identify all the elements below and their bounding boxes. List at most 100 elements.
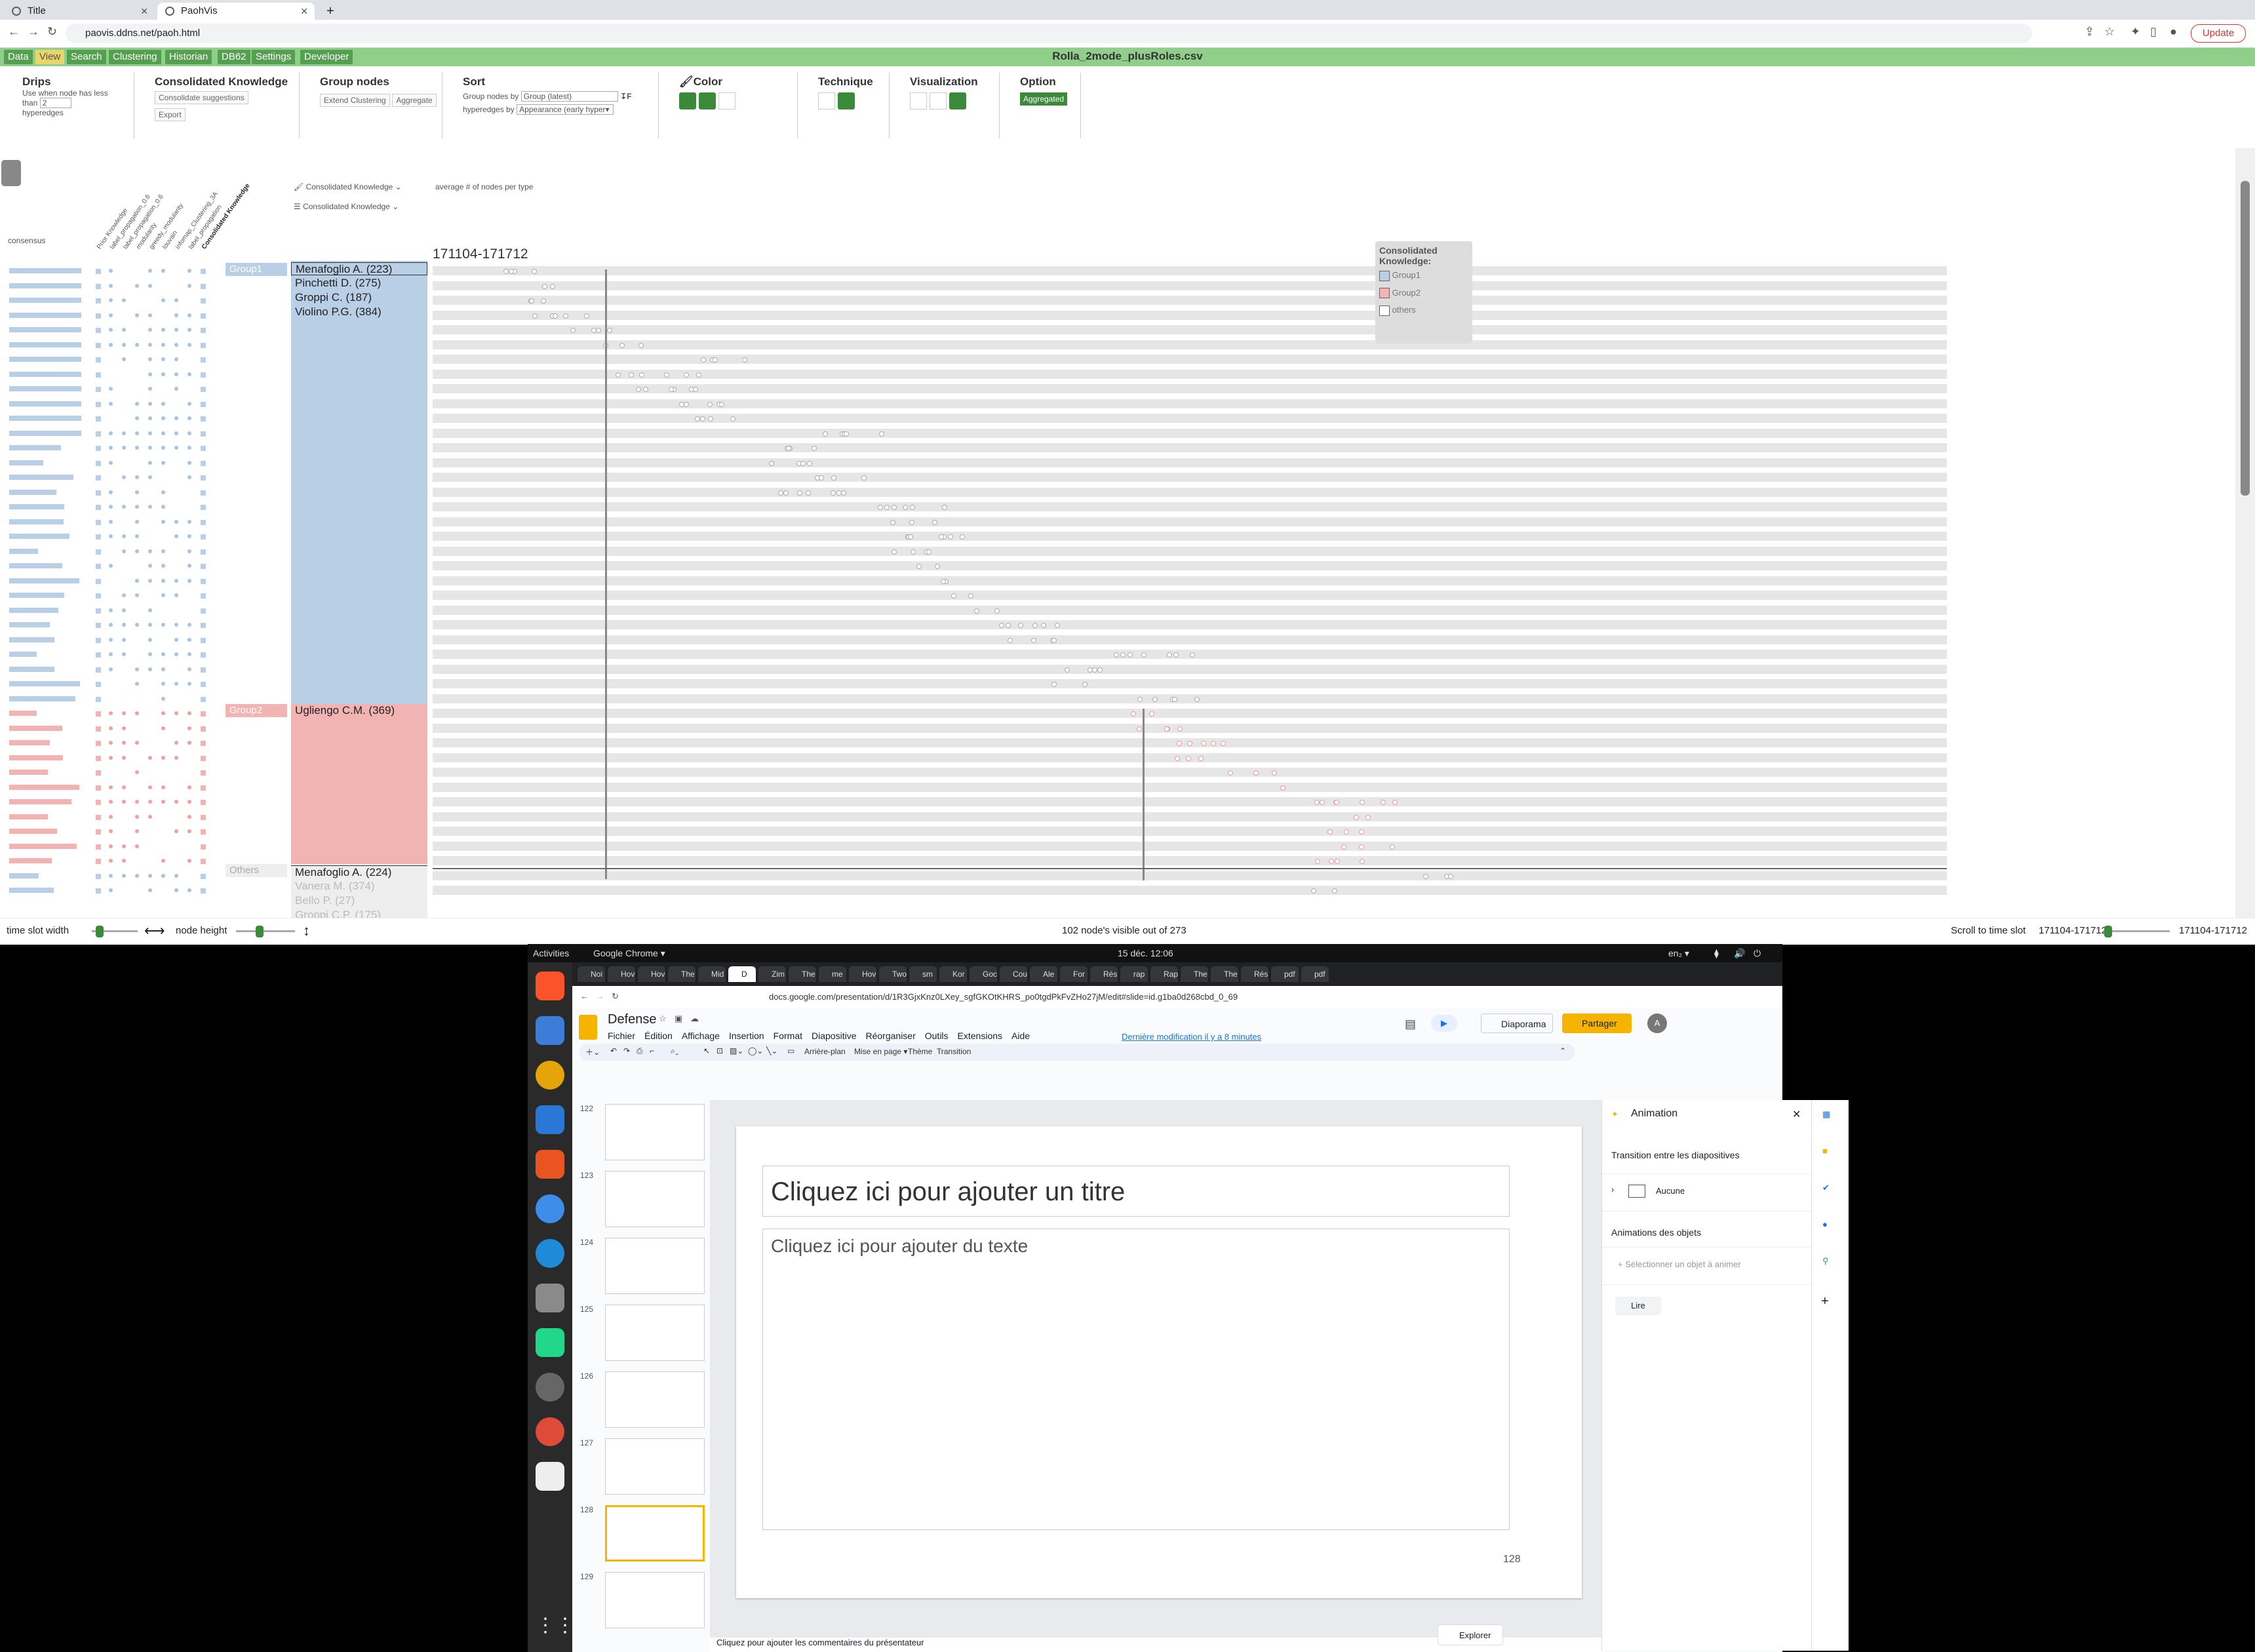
- hyperedge-node-dot[interactable]: [708, 416, 713, 422]
- hyperedge-node-dot[interactable]: [1359, 829, 1364, 835]
- slide-thumbnail[interactable]: [605, 1104, 705, 1160]
- slideshow-button[interactable]: Diaporama: [1481, 1013, 1553, 1033]
- hyperedge-node-dot[interactable]: [1141, 652, 1147, 658]
- browser-tab[interactable]: Rap: [1150, 966, 1178, 982]
- hyperedge-node-dot[interactable]: [909, 520, 914, 525]
- hyperedge-node-dot[interactable]: [1335, 859, 1340, 864]
- reload-icon[interactable]: ↻: [612, 991, 619, 1002]
- menu-5[interactable]: Diapositive: [812, 1031, 856, 1041]
- viz-mode3-icon[interactable]: [949, 92, 966, 109]
- hyperedge-node-dot[interactable]: [892, 549, 897, 555]
- hyperedge-node-dot[interactable]: [968, 593, 973, 599]
- cloud-status-icon[interactable]: ☁: [690, 1013, 699, 1024]
- thunderbird-icon[interactable]: [536, 1016, 564, 1045]
- hyperedge-node-dot[interactable]: [684, 402, 689, 407]
- tasks-icon[interactable]: ✔: [1822, 1183, 1830, 1193]
- hyperedge-node-dot[interactable]: [783, 490, 789, 496]
- hyperedge-node-dot[interactable]: [1187, 741, 1192, 746]
- forward-icon[interactable]: →: [596, 991, 604, 1001]
- hyperedge-node-dot[interactable]: [841, 490, 846, 496]
- clock[interactable]: 15 déc. 12:06: [1118, 944, 1173, 962]
- redo-icon[interactable]: ↷: [623, 1046, 630, 1055]
- browser-tab[interactable]: Two: [879, 966, 907, 982]
- close-icon[interactable]: ✕: [140, 3, 148, 20]
- hyperedge-node-dot[interactable]: [903, 505, 908, 510]
- new-tab-button[interactable]: +: [321, 3, 341, 20]
- hyperedge-node-dot[interactable]: [1149, 711, 1154, 717]
- hyperedge-node-dot[interactable]: [910, 505, 915, 510]
- hyperedge-node-dot[interactable]: [1006, 623, 1011, 628]
- hyperedge-node-dot[interactable]: [584, 313, 589, 319]
- menu-4[interactable]: Format: [774, 1031, 802, 1041]
- browser-tab[interactable]: Zim: [758, 966, 786, 982]
- hyperedge-node-dot[interactable]: [701, 357, 706, 363]
- browser-tab[interactable]: Noi: [578, 966, 605, 982]
- extend-clustering-button[interactable]: Extend Clustering: [320, 94, 390, 107]
- browser-tab[interactable]: The: [1181, 966, 1208, 982]
- tab-paohvis[interactable]: PaohVis ✕: [157, 3, 315, 20]
- node-height-slider[interactable]: [236, 926, 295, 937]
- hyperedge-node-dot[interactable]: [563, 313, 568, 319]
- hyperedge-node-dot[interactable]: [1065, 667, 1070, 673]
- explore-button[interactable]: Explorer: [1438, 1624, 1503, 1645]
- hyperedge-node-dot[interactable]: [823, 431, 828, 437]
- hyperedge-node-dot[interactable]: [1131, 711, 1136, 717]
- hyperedge-node-dot[interactable]: [941, 579, 946, 584]
- browser-tab[interactable]: The: [789, 966, 816, 982]
- hyperedge-node-dot[interactable]: [951, 593, 956, 599]
- hyperedge-node-dot[interactable]: [1392, 800, 1398, 805]
- hyperedge-line[interactable]: [605, 269, 607, 879]
- hyperedge-node-dot[interactable]: [1448, 874, 1453, 879]
- image-icon[interactable]: ▨⌄: [730, 1046, 743, 1055]
- hyperedge-node-dot[interactable]: [503, 269, 509, 274]
- hyperedge-node-dot[interactable]: [541, 298, 546, 304]
- activities-button[interactable]: Activities: [533, 944, 569, 962]
- rhythmbox-icon[interactable]: [536, 1061, 564, 1090]
- url-field[interactable]: docs.google.com/presentation/d/1R3GjxKnz…: [769, 989, 1424, 1006]
- collapse-toolbar-icon[interactable]: ⌃: [1559, 1046, 1566, 1055]
- time-slot-width-slider[interactable]: [92, 926, 138, 937]
- hyperedge-node-dot[interactable]: [974, 608, 979, 614]
- power-icon[interactable]: ⏻: [1754, 944, 1761, 962]
- hyperedge-node-dot[interactable]: [1031, 638, 1036, 643]
- hyperedge-node-dot[interactable]: [591, 328, 597, 333]
- hyperedge-node-dot[interactable]: [713, 357, 718, 363]
- hyperedge-node-dot[interactable]: [1198, 756, 1204, 761]
- hyperedge-node-dot[interactable]: [695, 416, 700, 422]
- color-drop-icon[interactable]: [699, 92, 716, 109]
- share-button[interactable]: Partager: [1562, 1013, 1632, 1033]
- hyperedge-node-dot[interactable]: [797, 490, 802, 496]
- hyperedge-node-dot[interactable]: [769, 461, 774, 466]
- hyperedge-node-dot[interactable]: [1175, 756, 1180, 761]
- hyperedge-node-dot[interactable]: [1221, 741, 1226, 746]
- hyperedge-node-dot[interactable]: [1097, 667, 1103, 673]
- network-icon[interactable]: ⧫: [1714, 944, 1719, 962]
- slide-thumbnail[interactable]: [605, 1305, 705, 1361]
- hyperedge-node-dot[interactable]: [1327, 829, 1333, 835]
- slide-thumbnail[interactable]: [605, 1238, 705, 1294]
- title-placeholder[interactable]: Cliquez ici pour ajouter un titre: [762, 1166, 1510, 1217]
- share-icon[interactable]: ⇪: [2085, 25, 2094, 39]
- hyperedge-node-dot[interactable]: [1018, 623, 1023, 628]
- hyperedge-node-dot[interactable]: [1032, 623, 1038, 628]
- drips-threshold-input[interactable]: 2: [39, 98, 71, 108]
- browser-tab[interactable]: Mid: [698, 966, 726, 982]
- viz-mode1-icon[interactable]: [910, 92, 927, 109]
- browser-tab[interactable]: D: [728, 966, 756, 982]
- select-tool-icon[interactable]: ↖: [703, 1046, 710, 1055]
- hyperedge-node-dot[interactable]: [879, 431, 884, 437]
- hyperedge-node-dot[interactable]: [509, 269, 514, 274]
- browser-tab[interactable]: rap: [1120, 966, 1148, 982]
- hyperedge-node-dot[interactable]: [844, 431, 849, 437]
- slides-logo[interactable]: [579, 1015, 597, 1040]
- reload-icon[interactable]: ↻: [47, 25, 57, 39]
- hyperedge-node-dot[interactable]: [806, 490, 811, 496]
- hyperedge-node-dot[interactable]: [1344, 829, 1349, 835]
- browser-tab[interactable]: pdf: [1271, 966, 1299, 982]
- comments-icon[interactable]: ▤: [1405, 1017, 1416, 1031]
- meet-icon[interactable]: ▶: [1431, 1015, 1457, 1032]
- hyperedge-node-dot[interactable]: [529, 298, 534, 304]
- background-button[interactable]: Arrière-plan: [804, 1047, 846, 1056]
- hyperedge-node-dot[interactable]: [878, 505, 883, 510]
- slide-thumbnail[interactable]: [605, 1371, 705, 1428]
